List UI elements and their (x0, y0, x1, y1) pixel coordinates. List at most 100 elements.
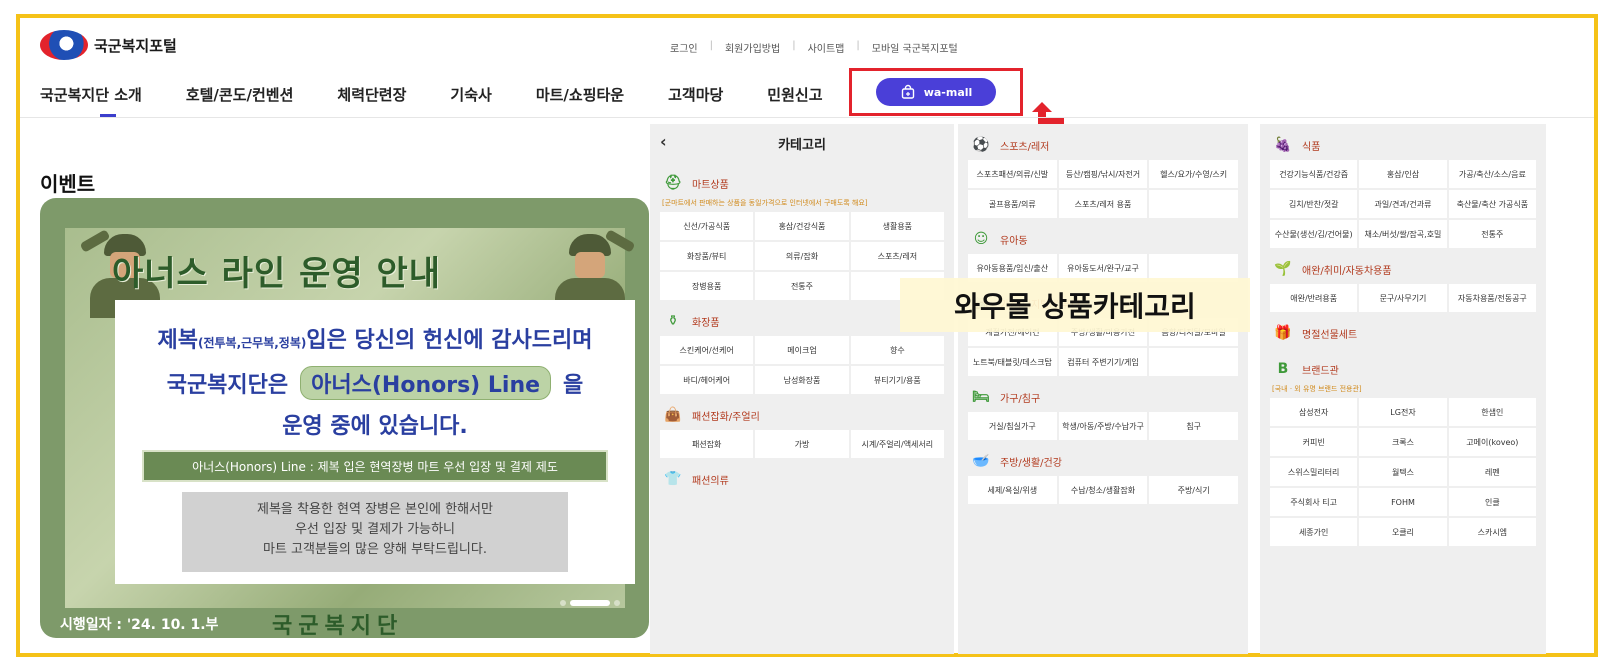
category-item[interactable]: 문구/사무기기 (1359, 284, 1447, 312)
category-section-title[interactable]: 👜 패션잡화/주얼리 (650, 400, 954, 430)
site-logo[interactable]: 국군복지포털 (40, 30, 177, 60)
category-item[interactable]: 장병용품 (660, 272, 754, 300)
plant-icon: 🌱 (1274, 261, 1292, 277)
ball-icon: ⚽ (972, 137, 990, 153)
category-item[interactable]: 화장품/뷰티 (660, 242, 754, 270)
category-item[interactable]: 골프용품/의류 (968, 190, 1057, 218)
slider-pagination[interactable] (560, 600, 620, 606)
category-item[interactable]: 침구 (1149, 412, 1238, 440)
category-section: 👜 패션잡화/주얼리 패션잡화 가방 시계/주얼리/액세서리 (650, 400, 954, 458)
category-item[interactable]: 주방/식기 (1149, 476, 1238, 504)
wamall-label: wa-mall (923, 85, 973, 99)
slider-dot[interactable] (614, 600, 620, 606)
category-item[interactable]: 노트북/태블릿/데스크탑 (968, 348, 1057, 376)
category-item[interactable]: 전통주 (1448, 220, 1536, 248)
category-item[interactable]: 한샘인 (1448, 398, 1536, 426)
category-item[interactable]: 세제/욕실/위생 (968, 476, 1057, 504)
category-item[interactable]: 건강기능식품/건강즙 (1270, 160, 1358, 188)
category-item[interactable]: 스위스밀리터리 (1270, 458, 1358, 486)
category-item[interactable]: 고메이(koveo) (1448, 428, 1536, 456)
category-item[interactable]: 크록스 (1359, 428, 1447, 456)
category-item[interactable]: 시계/주얼리/액세서리 (850, 430, 944, 458)
category-item[interactable]: 전통주 (755, 272, 849, 300)
category-section-title[interactable]: ⚽ 스포츠/레저 (958, 130, 1248, 160)
category-item[interactable]: 인클 (1448, 488, 1536, 516)
category-item[interactable]: 뷰티기기/용품 (850, 366, 944, 394)
shopping-bag-icon (901, 84, 914, 99)
category-item[interactable]: 패션잡화 (660, 430, 754, 458)
category-section-title[interactable]: B 브랜드관 (1260, 354, 1546, 384)
category-section-title[interactable]: 🍇 식품 (1260, 130, 1546, 160)
category-item[interactable]: 남성화장품 (755, 366, 849, 394)
category-section-title[interactable]: ☺ 유아동 (958, 224, 1248, 254)
category-section: B 브랜드관 [국내 · 외 유명 브랜드 전용관] 삼성전자 LG전자 한샘인 커피빈 크록… (1260, 354, 1546, 546)
category-item[interactable]: 스포츠패션/의류/신발 (968, 160, 1057, 188)
category-item[interactable]: 가공/축산/소스/음료 (1448, 160, 1536, 188)
category-item[interactable]: 수납/청소/생활잡화 (1058, 476, 1148, 504)
category-item[interactable]: 자동차용품/전동공구 (1448, 284, 1536, 312)
category-section-title[interactable]: 👕 패션의류 (650, 464, 954, 494)
category-item[interactable]: 학생/아동/주방/수납가구 (1058, 412, 1148, 440)
banner-headline: 아너스 라인 운영 안내 (112, 254, 442, 294)
category-item[interactable]: LG전자 (1359, 398, 1447, 426)
category-item[interactable]: 가방 (755, 430, 849, 458)
category-item[interactable]: 헬스/요가/수영/스키 (1149, 160, 1238, 188)
category-item[interactable]: 스킨케어/선케어 (660, 336, 754, 364)
category-section-label: 가구/침구 (1000, 393, 1041, 405)
category-item[interactable]: 축산물/축산 가공식품 (1448, 190, 1536, 218)
nav-golf[interactable]: 체력단련장 (337, 84, 406, 117)
event-banner[interactable]: 아너스 라인 운영 안내 제복(전투복,근무복,정복)입은 당신의 헌신에 감사… (40, 198, 649, 638)
category-section-title[interactable]: 🌱 애완/취미/자동차용품 (1260, 254, 1546, 284)
category-item[interactable]: 홍삼/건강식품 (755, 212, 849, 240)
wamall-button[interactable]: wa-mall (876, 78, 996, 106)
category-section-label: 명절선물세트 (1302, 329, 1358, 341)
nav-hotel[interactable]: 호텔/콘도/컨벤션 (186, 84, 294, 117)
category-item[interactable]: 과일/견과/건과류 (1359, 190, 1447, 218)
category-item[interactable]: 스포츠/레저 (850, 242, 944, 270)
category-section-title[interactable]: 🛏 가구/침구 (958, 382, 1248, 412)
category-item[interactable]: 생활용품 (850, 212, 944, 240)
category-item[interactable]: 등산/캠핑/낚시/자전거 (1058, 160, 1148, 188)
category-item[interactable]: 컴퓨터 주변기기/게임 (1058, 348, 1148, 376)
category-item[interactable]: 커피빈 (1270, 428, 1358, 456)
category-item[interactable]: 월텍스 (1359, 458, 1447, 486)
category-item[interactable]: 신선/가공식품 (660, 212, 754, 240)
category-section-title[interactable]: ⛑ 마트상품 (650, 168, 954, 198)
slider-dot-active[interactable] (570, 600, 610, 606)
logo-emblem-icon (40, 30, 88, 60)
back-chevron-icon[interactable]: ‹ (660, 132, 667, 151)
fashion-bag-icon: 👜 (664, 407, 682, 423)
category-item[interactable]: 스포츠/레저 용품 (1058, 190, 1148, 218)
category-item[interactable]: FOHM (1359, 488, 1447, 516)
nav-complaint[interactable]: 민원신고 (767, 84, 822, 117)
mobile-portal-link[interactable]: 모바일 국군복지포털 (872, 40, 958, 55)
login-link[interactable]: 로그인 (670, 40, 698, 55)
category-item[interactable]: 거실/침실가구 (968, 412, 1057, 440)
signup-guide-link[interactable]: 회원가입방법 (725, 40, 780, 55)
nav-customer[interactable]: 고객마당 (668, 84, 723, 117)
category-item[interactable]: 주식회사 티고 (1270, 488, 1358, 516)
nav-dormitory[interactable]: 기숙사 (450, 84, 491, 117)
category-item[interactable]: 세종가인 (1270, 518, 1358, 546)
category-item[interactable]: 애완/반려용품 (1270, 284, 1358, 312)
category-item[interactable]: 메이크업 (755, 336, 849, 364)
category-item[interactable]: 채소/버섯/쌀/잡곡,호밀 (1359, 220, 1447, 248)
nav-mart[interactable]: 마트/쇼핑타운 (536, 84, 624, 117)
category-section-title[interactable]: 🎁 명절선물세트 (1260, 318, 1546, 348)
nav-about[interactable]: 국군복지단 소개 (40, 84, 142, 117)
sitemap-link[interactable]: 사이트맵 (808, 40, 845, 55)
slider-dot[interactable] (560, 600, 566, 606)
category-header: ‹ 카테고리 (650, 124, 954, 162)
category-item[interactable]: 수산물(생선/김/건어물) (1270, 220, 1358, 248)
category-item[interactable]: 의류/잡화 (755, 242, 849, 270)
category-item[interactable]: 향수 (850, 336, 944, 364)
category-item[interactable]: 김치/반찬/젓갈 (1270, 190, 1358, 218)
category-item[interactable]: 삼성전자 (1270, 398, 1358, 426)
category-item[interactable]: 레펜 (1448, 458, 1536, 486)
category-item[interactable]: 홍삼/인삼 (1359, 160, 1447, 188)
category-section-label: 마트상품 (692, 179, 729, 191)
category-section-title[interactable]: 🥣 주방/생활/건강 (958, 446, 1248, 476)
category-item[interactable]: 스카시엠 (1448, 518, 1536, 546)
category-item[interactable]: 오클리 (1359, 518, 1447, 546)
category-item[interactable]: 바디/헤어케어 (660, 366, 754, 394)
